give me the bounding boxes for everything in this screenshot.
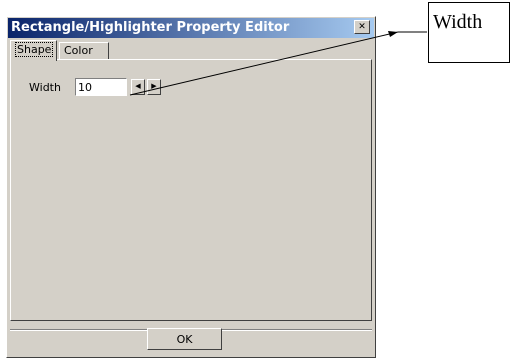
callout-text: Width [433, 11, 483, 33]
tab-shape[interactable]: Shape [10, 40, 57, 61]
callout-arrowhead [388, 31, 398, 37]
callout-connector-line [129, 31, 399, 96]
tab-shape-label: Shape [15, 42, 54, 57]
callout-box: Width [428, 2, 510, 63]
